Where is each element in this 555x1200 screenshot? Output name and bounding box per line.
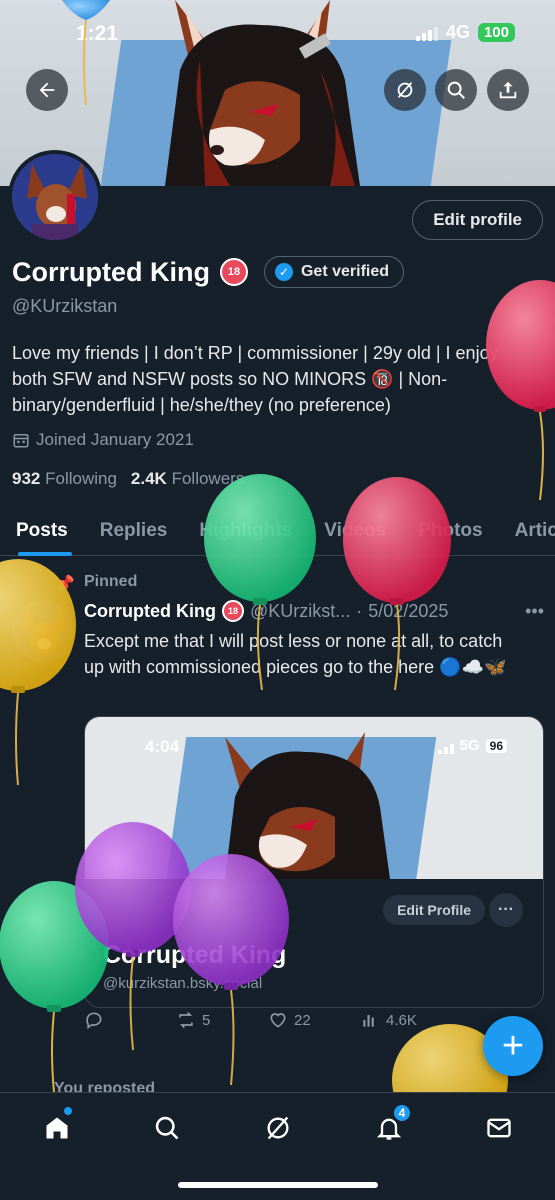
- embed-handle: @kurzikstan.bsky.social: [103, 975, 263, 992]
- network-type: 4G: [445, 22, 470, 42]
- profile-tabs: Posts Replies Highlights Videos Photos A…: [0, 506, 555, 556]
- joined-date: Joined January 2021: [12, 430, 194, 450]
- mail-icon: [487, 1118, 511, 1138]
- post-avatar[interactable]: [12, 600, 74, 662]
- profile-avatar[interactable]: [8, 150, 102, 244]
- pinned-label: Pinned: [84, 573, 138, 590]
- post-actions: 5 22 4.6K: [84, 1010, 544, 1030]
- post-date-separator: ·: [356, 600, 363, 621]
- post-text: Except me that I will post less or none …: [84, 631, 507, 677]
- post-header: Corrupted King 18 @KUrzikst... · 5/02/20…: [84, 600, 544, 622]
- tab-highlights[interactable]: Highlights: [183, 506, 308, 556]
- search-icon: [155, 1116, 179, 1140]
- like-button[interactable]: 22: [268, 1010, 360, 1030]
- share-button[interactable]: [487, 69, 529, 111]
- post-more-icon[interactable]: •••: [525, 601, 544, 622]
- embed-signal-icon: [437, 738, 454, 754]
- tab-photos[interactable]: Photos: [402, 506, 498, 556]
- compose-post-button[interactable]: +: [483, 1016, 543, 1076]
- nav-search[interactable]: [150, 1111, 184, 1145]
- followers-count: 2.4K: [130, 469, 167, 488]
- signal-icon: [415, 25, 438, 41]
- back-button[interactable]: [26, 69, 68, 111]
- status-time: 1:21: [76, 22, 119, 45]
- post-author-name[interactable]: Corrupted King: [84, 601, 216, 622]
- calendar-icon: [13, 434, 29, 448]
- repost-button[interactable]: 5: [176, 1010, 268, 1030]
- grok-button[interactable]: [384, 69, 426, 111]
- tab-posts[interactable]: Posts: [0, 506, 84, 556]
- embed-time: 4:04: [145, 737, 180, 756]
- embed-name: Corrupted King: [103, 941, 287, 969]
- reply-button[interactable]: [84, 1010, 176, 1030]
- profile-bio: Love my friends | I don’t RP | commissio…: [12, 343, 499, 415]
- balloon-yellow-left: [0, 559, 76, 786]
- following-count: 932: [12, 469, 41, 488]
- get-verified-label: Get verified: [300, 263, 390, 280]
- home-icon: [46, 1117, 68, 1139]
- verified-check-icon: ✓: [274, 263, 293, 281]
- following-link[interactable]: 932 Following: [12, 469, 117, 489]
- home-new-dot: [64, 1107, 72, 1115]
- battery-indicator: 100: [477, 23, 515, 42]
- views-button[interactable]: 4.6K: [360, 1010, 452, 1030]
- nav-grok[interactable]: [261, 1111, 295, 1145]
- embed-status: 5G 96: [437, 737, 507, 754]
- embed-network: 5G: [459, 737, 480, 754]
- post-media[interactable]: 4:04 5G 96 Edit Profile ··· Corrupted Ki…: [84, 716, 544, 1008]
- search-icon: [447, 81, 465, 99]
- repost-icon: [179, 1011, 193, 1029]
- joined-label: Joined January 2021: [36, 430, 194, 449]
- profile-handle: @KUrzikstan: [12, 296, 118, 316]
- post-date: 5/02/2025: [368, 600, 449, 621]
- nav-messages[interactable]: [482, 1111, 516, 1145]
- like-count: 22: [294, 1011, 311, 1029]
- followers-label: Followers: [171, 469, 245, 488]
- grok-icon: [267, 1116, 289, 1140]
- follow-stats: 932 Following 2.4K Followers: [12, 469, 244, 489]
- tab-replies[interactable]: Replies: [84, 506, 184, 556]
- pin-icon: 📌: [56, 575, 75, 592]
- views-icon: [363, 1015, 374, 1027]
- grok-icon: [397, 82, 413, 98]
- reply-icon: [86, 1012, 102, 1030]
- search-button[interactable]: [435, 69, 477, 111]
- views-count: 4.6K: [386, 1011, 417, 1029]
- display-name: Corrupted King: [12, 256, 210, 287]
- get-verified-button[interactable]: ✓ Get verified: [263, 256, 405, 288]
- followers-link[interactable]: 2.4K Followers: [131, 469, 244, 489]
- tab-videos[interactable]: Videos: [308, 506, 402, 556]
- notifications-badge: 4: [392, 1103, 412, 1123]
- embed-edit-profile: Edit Profile: [383, 895, 485, 925]
- embed-more-icon: ···: [489, 893, 523, 927]
- post-no-minors-badge: 18: [222, 600, 244, 622]
- avatar-image: [12, 154, 98, 240]
- no-minors-badge: 18: [219, 258, 248, 286]
- share-icon: [499, 81, 517, 99]
- embed-banner: 4:04 5G 96: [85, 717, 543, 879]
- tab-articles[interactable]: Artic: [499, 506, 555, 556]
- edit-profile-button[interactable]: Edit profile: [412, 200, 543, 240]
- heart-icon: [270, 1013, 286, 1028]
- repost-count: 5: [202, 1011, 211, 1029]
- status-bar: 1:21 4G 100: [0, 0, 555, 66]
- post-author-handle: @KUrzikst...: [250, 600, 351, 621]
- home-indicator: [178, 1182, 378, 1188]
- embed-battery: 96: [485, 738, 507, 753]
- name-row: Corrupted King 18 ✓ Get verified: [12, 256, 405, 288]
- post-avatar-image: [12, 600, 74, 662]
- following-label: Following: [45, 469, 117, 488]
- nav-home[interactable]: [40, 1107, 74, 1145]
- arrow-left-icon: [39, 82, 55, 98]
- nav-notifications[interactable]: 4: [372, 1103, 412, 1145]
